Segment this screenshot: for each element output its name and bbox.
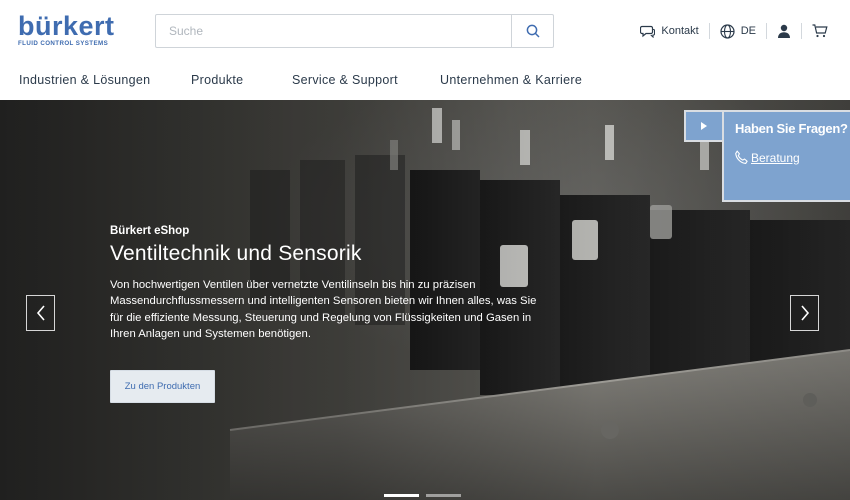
carousel-pagination: [384, 494, 461, 497]
language-selector[interactable]: DE: [720, 23, 756, 39]
contact-label: Kontakt: [661, 25, 699, 37]
divider: [766, 23, 767, 39]
help-panel: Haben Sie Fragen? Beratung: [684, 110, 850, 202]
divider: [708, 23, 710, 39]
carousel-dot-1[interactable]: [384, 494, 419, 497]
carousel-next-button[interactable]: [790, 295, 819, 331]
search-input[interactable]: [156, 15, 511, 47]
search-button[interactable]: [511, 15, 553, 47]
carousel-prev-button[interactable]: [26, 295, 55, 331]
main-navigation: Industrien & Lösungen Produkte Service &…: [19, 73, 582, 87]
caret-right-icon: [701, 122, 707, 130]
search-bar: [155, 14, 554, 48]
cart-icon: [812, 24, 828, 38]
hero-title: Ventiltechnik und Sensorik: [110, 242, 362, 265]
nav-item-industrien[interactable]: Industrien & Lösungen: [19, 73, 191, 87]
chevron-right-icon: [800, 305, 809, 321]
nav-item-unternehmen[interactable]: Unternehmen & Karriere: [440, 73, 582, 87]
logo-tagline: FLUID CONTROL SYSTEMS: [18, 40, 109, 47]
hero-kicker: Bürkert eShop: [110, 225, 190, 237]
chevron-left-icon: [36, 305, 45, 321]
account-button[interactable]: [777, 24, 791, 38]
chat-bubble-icon: [640, 25, 656, 38]
utility-bar: Kontakt DE: [640, 22, 828, 40]
globe-icon: [720, 23, 735, 39]
cart-button[interactable]: [812, 24, 828, 38]
hero-description: Von hochwertigen Ventilen über vernetzte…: [110, 279, 537, 340]
contact-link[interactable]: Kontakt: [640, 25, 699, 38]
burkert-logo[interactable]: bürkert FLUID CONTROL SYSTEMS: [18, 11, 115, 49]
nav-item-produkte[interactable]: Produkte: [191, 73, 292, 87]
consultation-label: Beratung: [751, 150, 800, 165]
divider: [801, 23, 802, 39]
help-title: Haben Sie Fragen?: [735, 121, 848, 136]
phone-icon: [735, 150, 748, 164]
language-label: DE: [740, 25, 756, 37]
carousel-dot-2[interactable]: [426, 494, 461, 497]
consultation-link[interactable]: Beratung: [734, 150, 800, 165]
user-icon: [778, 24, 790, 38]
logo-wordmark: bürkert: [18, 11, 115, 41]
help-panel-toggle[interactable]: [684, 110, 722, 142]
help-panel-body: Haben Sie Fragen? Beratung: [722, 110, 850, 202]
search-icon: [526, 24, 540, 38]
nav-item-service[interactable]: Service & Support: [292, 73, 440, 87]
products-cta-button[interactable]: Zu den Produkten: [110, 370, 215, 403]
